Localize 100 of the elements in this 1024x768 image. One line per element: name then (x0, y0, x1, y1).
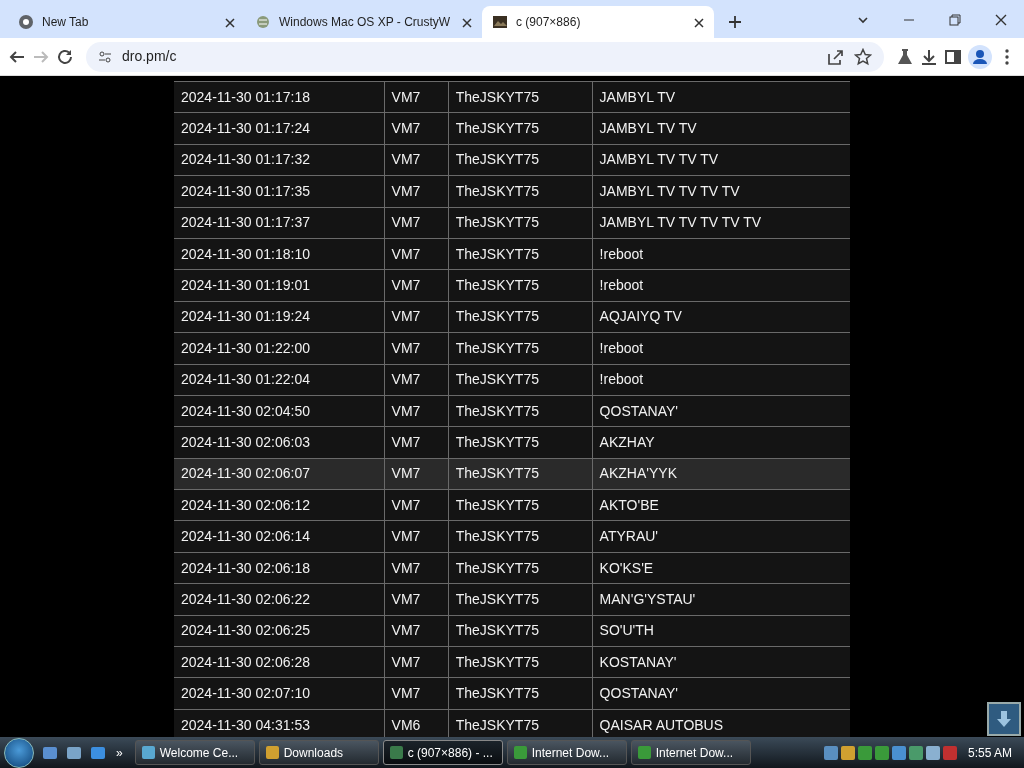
address-bar[interactable]: dro.pm/c (86, 41, 884, 72)
table-cell: VM7 (384, 238, 449, 270)
table-cell: !reboot (592, 269, 850, 302)
table-cell: TheJSKYT75 (448, 269, 593, 302)
globe-icon (255, 14, 271, 30)
table-cell: TheJSKYT75 (448, 677, 593, 710)
table-cell: VM7 (384, 395, 449, 427)
table-cell: KOSTANAY' (592, 646, 850, 678)
table-cell: TheJSKYT75 (448, 426, 593, 459)
table-cell: 2024-11-30 01:17:37 (174, 207, 385, 239)
table-cell: VM6 (384, 709, 449, 737)
table-cell: TheJSKYT75 (448, 395, 593, 427)
flask-icon[interactable] (896, 47, 914, 66)
table-cell: TheJSKYT75 (448, 583, 593, 616)
profile-icon[interactable] (968, 44, 992, 69)
table-cell: 2024-11-30 01:17:35 (174, 175, 385, 208)
tab-title: New Tab (42, 14, 90, 31)
browser-tab[interactable]: Windows Mac OS XP - CrustyW (245, 6, 482, 38)
table-cell: 2024-11-30 01:19:01 (174, 269, 385, 302)
table-cell: TheJSKYT75 (448, 175, 593, 208)
table-cell: 2024-11-30 02:06:25 (174, 615, 385, 647)
table-cell: 2024-11-30 01:22:00 (174, 332, 385, 364)
tray-icon[interactable] (840, 745, 855, 760)
table-cell: TheJSKYT75 (448, 81, 593, 113)
table-cell: TheJSKYT75 (448, 207, 593, 239)
tray-icon[interactable] (925, 745, 940, 760)
table-cell: VM7 (384, 301, 449, 333)
app-icon (141, 746, 155, 759)
close-icon[interactable] (462, 18, 472, 29)
table-cell: TheJSKYT75 (448, 332, 593, 364)
table-cell: TheJSKYT75 (448, 709, 593, 737)
table-cell: TheJSKYT75 (448, 112, 593, 145)
table-cell: VM7 (384, 175, 449, 208)
star-icon[interactable] (854, 47, 872, 66)
table-cell: TheJSKYT75 (448, 301, 593, 333)
app-icon (637, 746, 651, 759)
table-cell: VM7 (384, 81, 449, 113)
table-cell: 2024-11-30 01:17:32 (174, 144, 385, 176)
table-cell: VM7 (384, 426, 449, 459)
restore-icon[interactable] (948, 13, 962, 27)
table-cell: !reboot (592, 364, 850, 396)
taskbar-button[interactable]: c (907×886) - ... (382, 740, 503, 765)
clock-text: 5:55 AM (967, 744, 1012, 762)
browser-tab[interactable]: c (907×886) (482, 6, 714, 38)
taskbar-button[interactable]: Internet Dow... (506, 740, 627, 765)
table-cell: VM7 (384, 552, 449, 584)
table-cell: 2024-11-30 01:18:10 (174, 238, 385, 270)
tab-title: Windows Mac OS XP - CrustyW (279, 14, 452, 31)
table-cell: VM7 (384, 364, 449, 396)
table-cell: 2024-11-30 02:06:03 (174, 426, 385, 459)
download-icon[interactable] (920, 47, 938, 66)
close-icon[interactable] (694, 18, 704, 29)
table-cell: TheJSKYT75 (448, 458, 593, 490)
table-cell: TheJSKYT75 (448, 144, 593, 176)
tray-icon[interactable] (857, 745, 872, 760)
table-cell: JAMBYL TV TV (592, 112, 850, 145)
table-cell: 2024-11-30 02:06:28 (174, 646, 385, 678)
table-cell: TheJSKYT75 (448, 238, 593, 270)
down-arrow-icon (994, 709, 1014, 729)
table-cell: VM7 (384, 520, 449, 553)
table-cell: QOSTANAY' (592, 677, 850, 710)
table-cell: 2024-11-30 02:06:22 (174, 583, 385, 616)
table-cell: JAMBYL TV (592, 81, 850, 113)
side-panel-icon[interactable] (944, 47, 962, 66)
taskbar-button[interactable]: Downloads (258, 740, 379, 765)
tray-icon[interactable] (908, 745, 923, 760)
table-cell: SO'U'TH (592, 615, 850, 647)
app-icon (513, 746, 527, 759)
table-cell: AKZHAY (592, 426, 850, 459)
tray-icon[interactable] (823, 745, 838, 760)
table-cell: VM7 (384, 207, 449, 239)
image-icon (492, 14, 508, 30)
reload-icon[interactable] (56, 47, 74, 66)
table-cell: VM7 (384, 112, 449, 145)
app-icon (389, 746, 403, 759)
table-cell: JAMBYL TV TV TV TV TV (592, 207, 850, 239)
start-button[interactable] (4, 737, 34, 768)
share-icon[interactable] (826, 47, 844, 66)
more-button[interactable]: » (116, 743, 123, 762)
table-cell: QOSTANAY' (592, 395, 850, 427)
close-icon[interactable] (225, 18, 235, 29)
table-cell: 2024-11-30 01:22:04 (174, 364, 385, 396)
new-tab-icon[interactable] (728, 15, 742, 29)
table-cell: 2024-11-30 02:06:18 (174, 552, 385, 584)
table-cell: TheJSKYT75 (448, 646, 593, 678)
table-cell: TheJSKYT75 (448, 489, 593, 521)
tray-icon[interactable] (891, 745, 906, 760)
table-cell: 2024-11-30 02:04:50 (174, 395, 385, 427)
table-cell: 2024-11-30 02:07:10 (174, 677, 385, 710)
table-cell: VM7 (384, 144, 449, 176)
browser-tab[interactable]: New Tab (8, 6, 245, 38)
taskbar-button[interactable]: Internet Dow... (630, 740, 751, 765)
scroll-down-button[interactable] (987, 702, 1021, 736)
table-cell: !reboot (592, 238, 850, 270)
table-cell: 2024-11-30 01:17:24 (174, 112, 385, 145)
tray-icon[interactable] (874, 745, 889, 760)
close-icon[interactable] (994, 13, 1008, 27)
table-cell: 2024-11-30 02:06:12 (174, 489, 385, 521)
table-cell: TheJSKYT75 (448, 520, 593, 553)
taskbar-button[interactable]: Welcome Ce... (134, 740, 255, 765)
